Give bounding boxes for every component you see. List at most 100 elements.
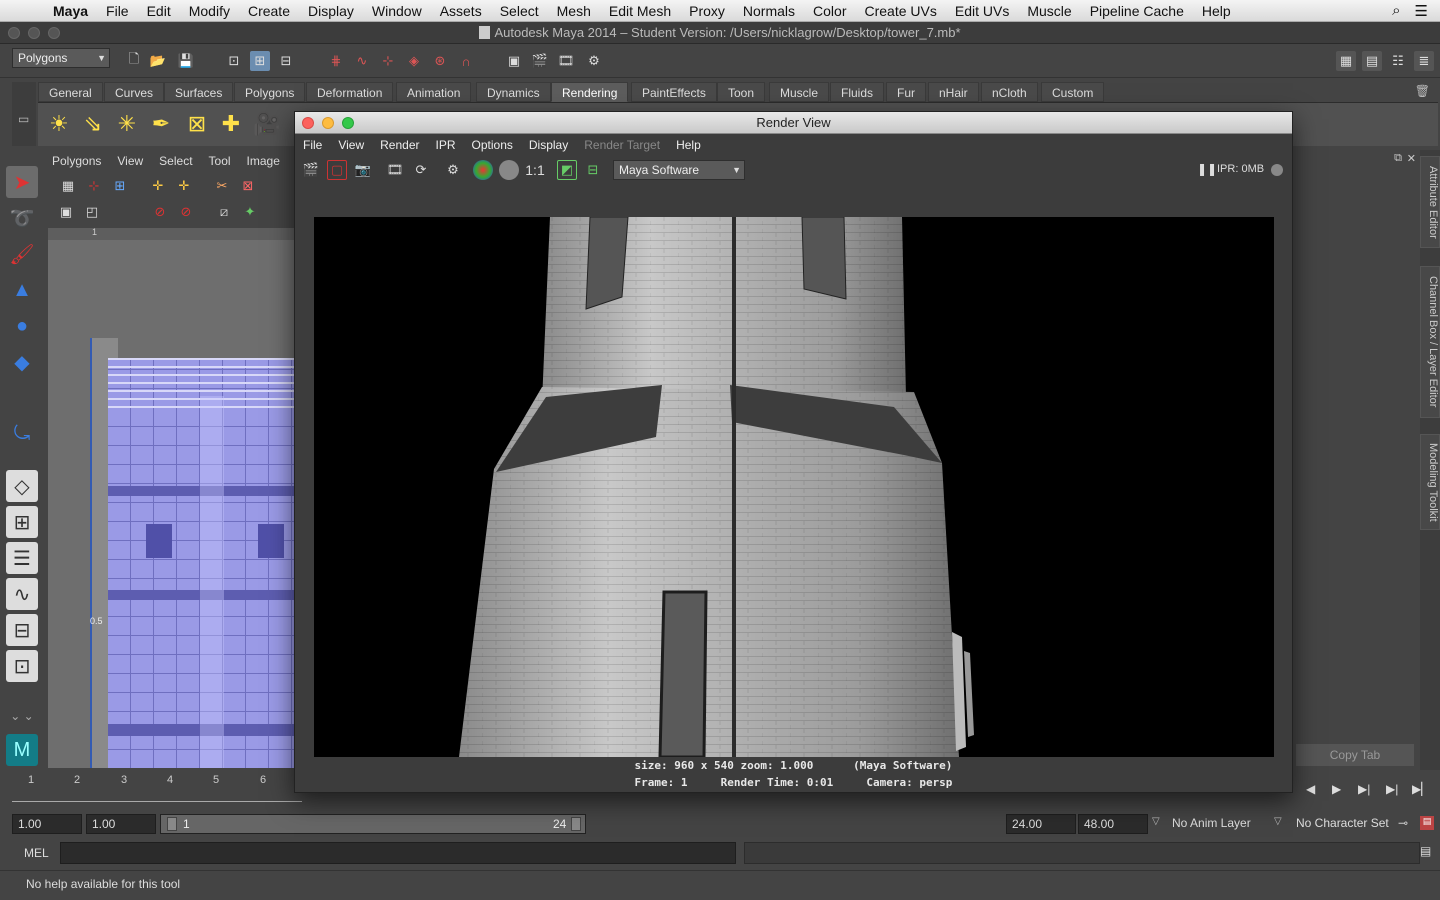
- rendered-image[interactable]: [314, 217, 1274, 757]
- select-component-icon[interactable]: ⊟: [276, 51, 296, 71]
- menu-pipeline-cache[interactable]: Pipeline Cache: [1081, 3, 1193, 19]
- uv-menu-view[interactable]: View: [109, 154, 151, 168]
- toggle-attribute-editor-icon[interactable]: ▦: [1336, 51, 1356, 71]
- animation-start-field[interactable]: 1.00: [12, 814, 82, 834]
- uv-grid-icon[interactable]: ▦: [58, 176, 78, 196]
- menu-display[interactable]: Display: [299, 3, 363, 19]
- playback-end-field[interactable]: 24.00: [1006, 814, 1076, 834]
- render-settings-icon[interactable]: ⚙: [443, 160, 463, 180]
- step-back-icon[interactable]: ◀: [1306, 782, 1315, 796]
- next-key-icon[interactable]: ▶|: [1386, 782, 1398, 796]
- rv-menu-view[interactable]: View: [330, 138, 372, 152]
- menu-create-uvs[interactable]: Create UVs: [856, 3, 946, 19]
- rv-menu-options[interactable]: Options: [464, 138, 521, 152]
- float-panel-icon[interactable]: ⧉: [1394, 152, 1402, 165]
- character-set-label[interactable]: No Character Set: [1296, 816, 1389, 830]
- snap-curve-icon[interactable]: ∿: [352, 51, 372, 71]
- menu-modify[interactable]: Modify: [180, 3, 239, 19]
- uv-cut-icon[interactable]: ✂: [212, 176, 232, 196]
- shelf-tab-fluids[interactable]: Fluids: [830, 82, 885, 102]
- shelf-tab-dynamics[interactable]: Dynamics: [476, 82, 551, 102]
- shelf-tab-custom[interactable]: Custom: [1041, 82, 1105, 102]
- uv-layout-icon[interactable]: ⊡: [6, 650, 38, 682]
- point-light-icon[interactable]: ✳: [112, 109, 142, 139]
- uv-menu-tool[interactable]: Tool: [201, 154, 239, 168]
- shelf-tab-toon[interactable]: Toon: [717, 82, 766, 102]
- notification-list-icon[interactable]: ☰: [1415, 2, 1428, 20]
- ipr-icon[interactable]: 🎞: [385, 160, 405, 180]
- uv-align-icon[interactable]: ✦: [240, 202, 260, 222]
- menu-file[interactable]: File: [97, 3, 138, 19]
- close-render-view-button[interactable]: [302, 117, 314, 129]
- shelf-tab-fur[interactable]: Fur: [886, 82, 926, 102]
- trash-icon[interactable]: 🗑: [1415, 84, 1430, 98]
- anim-layer-dropdown-icon[interactable]: ▽: [1152, 816, 1160, 827]
- save-scene-icon[interactable]: 💾: [176, 51, 196, 71]
- command-input[interactable]: [60, 842, 736, 864]
- spotlight-search-icon[interactable]: ⌕: [1392, 2, 1400, 20]
- toggle-layer-editor-icon[interactable]: ≣: [1414, 51, 1434, 71]
- uv-menu-select[interactable]: Select: [151, 154, 200, 168]
- menu-set-dropdown[interactable]: Polygons ▼: [12, 48, 110, 68]
- snap-grid-icon[interactable]: ⋕: [326, 51, 346, 71]
- uv-shell-icon[interactable]: ⊞: [110, 176, 130, 196]
- menu-help[interactable]: Help: [1193, 3, 1240, 19]
- modeling-toolkit-tab[interactable]: Modeling Toolkit: [1420, 434, 1440, 530]
- script-editor-icon[interactable]: ▤: [1420, 844, 1431, 858]
- alpha-channel-icon[interactable]: [499, 160, 519, 180]
- rv-menu-render[interactable]: Render: [372, 138, 427, 152]
- zoom-render-view-button[interactable]: [342, 117, 354, 129]
- menu-normals[interactable]: Normals: [734, 3, 804, 19]
- scale-tool-icon[interactable]: ◆: [6, 346, 38, 378]
- menu-color[interactable]: Color: [804, 3, 855, 19]
- range-end-handle[interactable]: [571, 817, 581, 831]
- directional-light-icon[interactable]: ⇘: [78, 109, 108, 139]
- shelf-tab-general[interactable]: General: [38, 82, 103, 102]
- more-layouts-icon[interactable]: ⌄ ⌄: [6, 700, 38, 732]
- real-size-button[interactable]: 1:1: [525, 160, 545, 180]
- snap-point-icon[interactable]: ⊹: [378, 51, 398, 71]
- volume-light-icon[interactable]: ✚: [216, 109, 246, 139]
- renderer-dropdown[interactable]: Maya Software ▼: [613, 160, 745, 180]
- play-forward-icon[interactable]: ▶: [1332, 782, 1341, 796]
- menu-edit[interactable]: Edit: [138, 3, 180, 19]
- menu-assets[interactable]: Assets: [431, 3, 491, 19]
- shelf-tab-polygons[interactable]: Polygons: [234, 82, 306, 102]
- toggle-tool-settings-icon[interactable]: ▤: [1362, 51, 1382, 71]
- close-window-button[interactable]: [8, 27, 20, 39]
- toggle-channel-box-icon[interactable]: ☷: [1388, 51, 1408, 71]
- uv-isolate-icon[interactable]: ◰: [82, 202, 102, 222]
- uv-move-icon[interactable]: ⊹: [84, 176, 104, 196]
- shelf-tab-nhair[interactable]: nHair: [928, 82, 979, 102]
- render-settings-icon[interactable]: ⚙: [584, 51, 604, 71]
- single-pane-layout-icon[interactable]: ◇: [6, 470, 38, 502]
- step-forward-frame-icon[interactable]: ▶|: [1358, 782, 1370, 796]
- last-tool-icon[interactable]: ⤿: [6, 418, 38, 450]
- menu-mesh[interactable]: Mesh: [548, 3, 600, 19]
- camera-icon[interactable]: 🎥: [252, 109, 282, 139]
- range-slider[interactable]: 1 24: [160, 814, 586, 834]
- menu-create[interactable]: Create: [239, 3, 299, 19]
- hypershade-layout-icon[interactable]: ⊟: [6, 614, 38, 646]
- move-tool-icon[interactable]: ▲: [6, 274, 38, 306]
- character-set-dropdown-icon[interactable]: ▽: [1274, 816, 1282, 827]
- uv-rotate-left-icon[interactable]: ⊘: [150, 202, 170, 222]
- menu-edit-uvs[interactable]: Edit UVs: [946, 3, 1018, 19]
- outliner-layout-icon[interactable]: ☰: [6, 542, 38, 574]
- rv-menu-ipr[interactable]: IPR: [428, 138, 464, 152]
- ambient-light-icon[interactable]: ☀: [44, 109, 74, 139]
- rgb-channels-icon[interactable]: [473, 160, 493, 180]
- ipr-render-icon[interactable]: 🎞: [556, 51, 576, 71]
- shelf-tab-rendering[interactable]: Rendering: [551, 82, 629, 102]
- uv-sew-icon[interactable]: ⊠: [238, 176, 258, 196]
- rv-menu-display[interactable]: Display: [521, 138, 576, 152]
- zoom-window-button[interactable]: [48, 27, 60, 39]
- close-panel-icon[interactable]: ✕: [1407, 152, 1416, 165]
- four-pane-layout-icon[interactable]: ⊞: [6, 506, 38, 538]
- graph-layout-icon[interactable]: ∿: [6, 578, 38, 610]
- copy-tab-button[interactable]: Copy Tab: [1296, 744, 1414, 766]
- keep-image-icon[interactable]: ◩: [557, 160, 577, 180]
- uv-layout-tool-icon[interactable]: ⧄: [214, 202, 234, 222]
- render-frame-icon[interactable]: 🎬: [530, 51, 550, 71]
- shelf-tab-curves[interactable]: Curves: [104, 82, 165, 102]
